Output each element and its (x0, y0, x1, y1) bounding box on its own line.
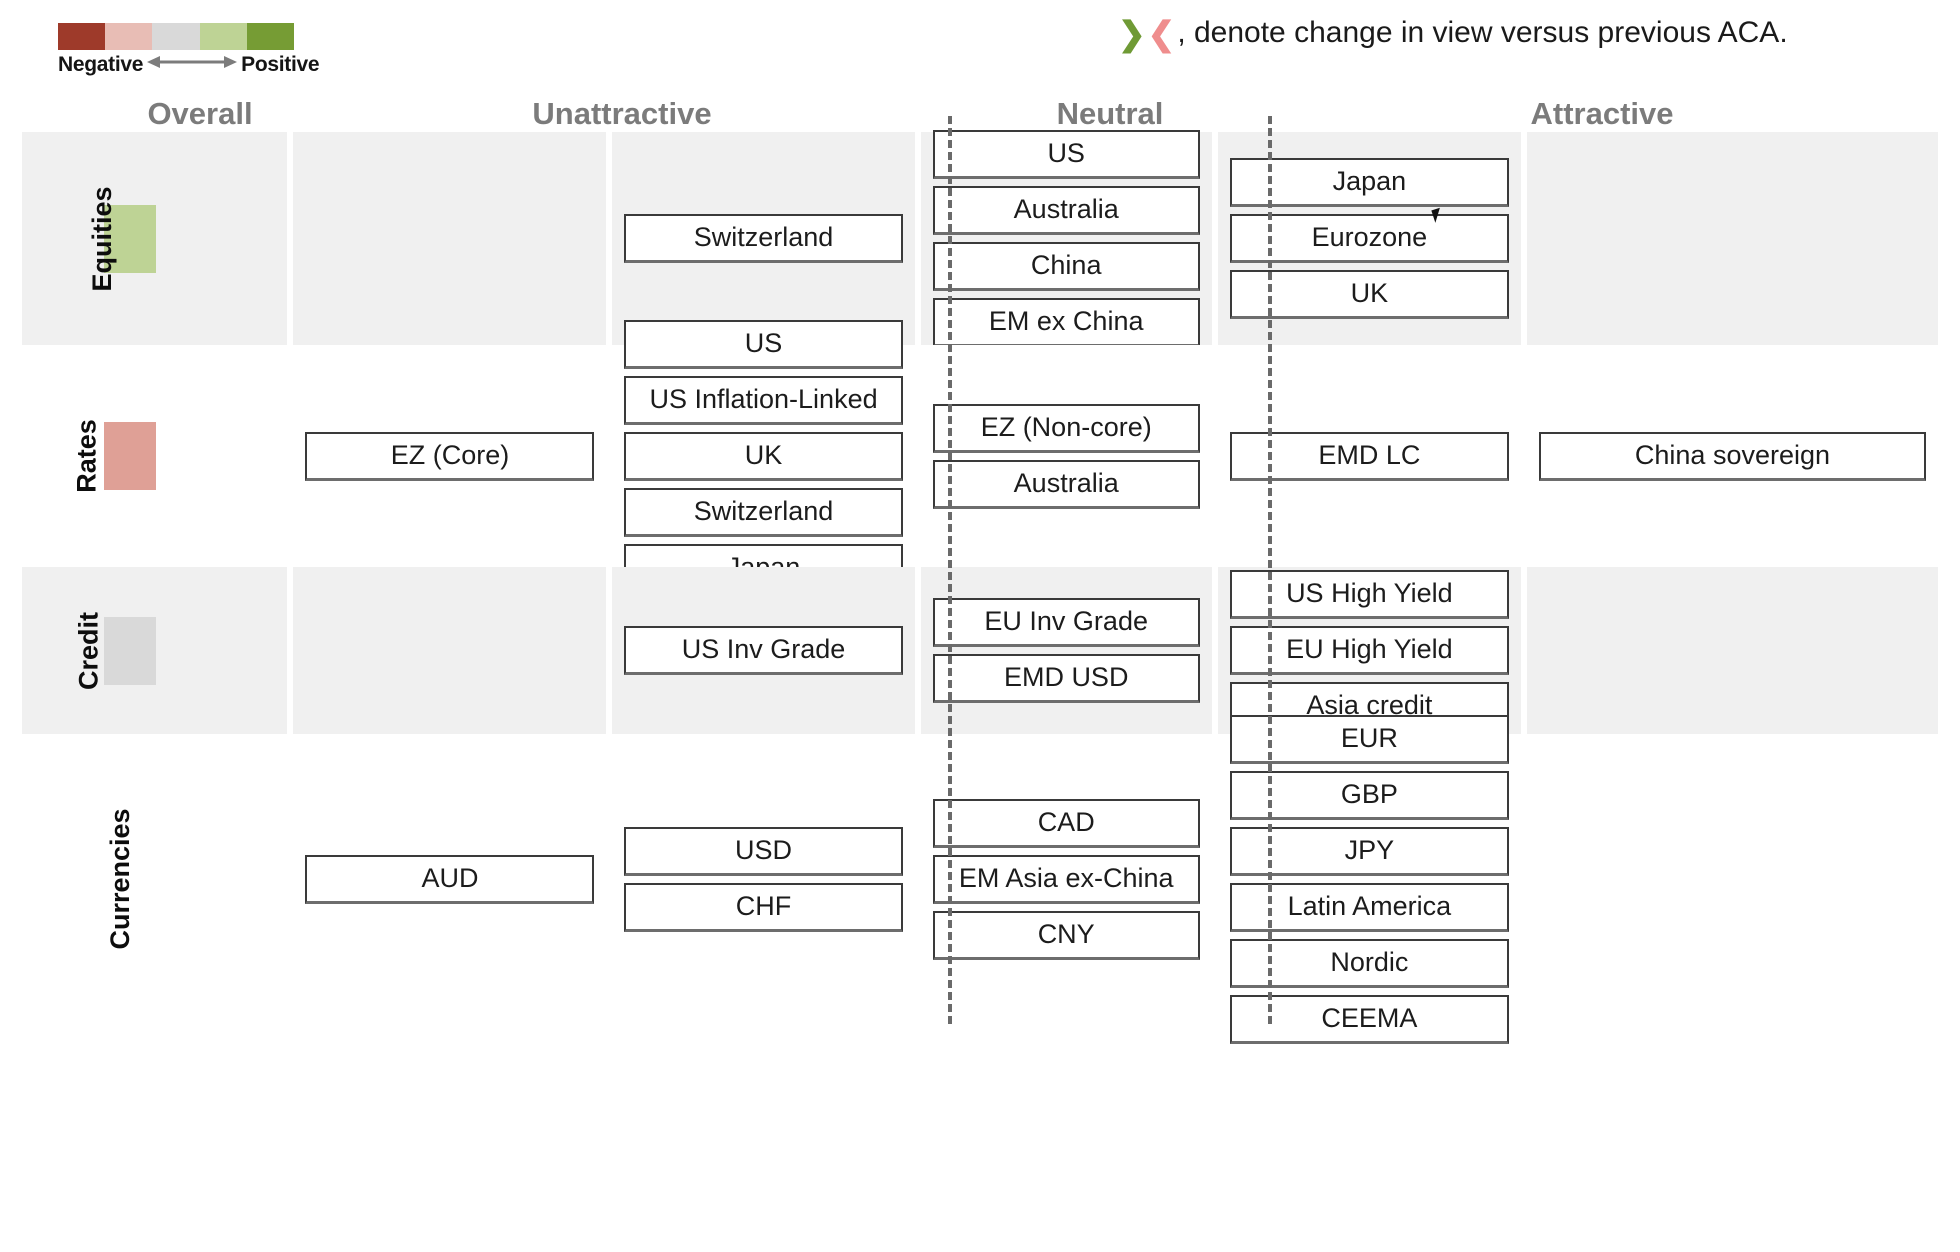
item-stack: US Australia China EM ex China (921, 130, 1212, 347)
view-item-box[interactable]: CNY (932, 910, 1200, 960)
scale-swatch-positive (199, 23, 247, 50)
cell-credit-neutral: EU Inv Grade EMD USD (920, 567, 1212, 734)
cell-rates-unattractive: USUS Inflation-LinkedUKSwitzerlandJapan (612, 319, 915, 593)
column-heading-unattractive: Unattractive (532, 96, 712, 131)
cell-credit-gap2 (1526, 567, 1938, 734)
cell-currencies-gap2 (1526, 734, 1938, 1024)
scale-caption: Negative Positive (58, 53, 320, 77)
column-heading-attractive: Attractive (1530, 96, 1674, 131)
neutral-left-divider (948, 116, 952, 1024)
row-label-currencies: Currencies (105, 808, 136, 950)
scale-swatch-very-negative (58, 23, 106, 50)
item-stack: USUS Inflation-LinkedUKSwitzerlandJapan (612, 319, 914, 593)
cell-rates-neutral: EZ (Non-core) Australia (920, 345, 1212, 567)
view-item-box[interactable]: CHF (624, 882, 903, 932)
scale-swatch-neutral (152, 23, 200, 50)
asset-class-row-credit: Credit US Inv Grade EU Inv Grade EMD USD US … (22, 567, 1938, 734)
cell-equities-unattractive: Switzerland (612, 132, 915, 345)
asset-class-row-equities: Equities Switzerland US Australia China EM ex… (22, 130, 1938, 347)
view-item-box[interactable]: CAD (932, 798, 1200, 848)
item-stack: EU Inv Grade EMD USD (921, 598, 1212, 703)
cell-credit-attractive: US High Yield EU High Yield Asia credit (1217, 567, 1521, 734)
row-label-credit: Credit (73, 611, 104, 690)
item-stack: CAD EM Asia ex-China CNY (921, 798, 1212, 960)
view-item-box[interactable]: US Inflation-Linked (624, 375, 903, 425)
cell-currencies-unattractive: USD CHF (612, 734, 915, 1024)
overall-view-swatch (104, 616, 156, 685)
item-stack: AUD (293, 854, 606, 904)
neutral-right-divider (1268, 116, 1272, 1024)
item-stack: China sovereign (1527, 431, 1938, 481)
cell-credit-unattractive: US Inv Grade (612, 567, 915, 734)
view-item-box[interactable]: USD (624, 826, 903, 876)
item-stack: EUR GBP JPY Latin America Nordic CEEMA (1218, 714, 1521, 1044)
item-stack: US Inv Grade (612, 626, 914, 675)
cell-rates-gap2: China sovereign (1526, 345, 1938, 567)
view-item-box[interactable]: EMD USD (932, 654, 1200, 703)
asset-class-row-currencies: Currencies AUD USD CHF CAD EM Asia ex-China CN… (22, 714, 1938, 1044)
chevron-up-icon: ❯ (1118, 14, 1146, 52)
item-stack: EMD LC (1218, 431, 1521, 481)
item-stack: EZ (Core) (293, 431, 606, 481)
views-grid: Equities Switzerland US Australia China EM ex… (22, 130, 1938, 1044)
view-item-box[interactable]: AUD (305, 854, 595, 904)
chevron-down-icon: ❮ (1147, 14, 1176, 52)
cell-currencies-neutral: CAD EM Asia ex-China CNY (920, 734, 1212, 1024)
cell-equities-neutral: US Australia China EM ex China (920, 130, 1212, 347)
item-stack: USD CHF (612, 826, 914, 932)
view-item-box[interactable]: US (624, 319, 903, 369)
view-item-box[interactable]: Australia (932, 186, 1200, 235)
cell-equities-gap2 (1526, 132, 1938, 345)
row-label-equities: Equities (87, 185, 118, 292)
overall-view-swatch (104, 422, 156, 490)
asset-class-row-rates: Rates EZ (Core) US US Inflation-Linked UK Swi… (22, 319, 1938, 593)
view-item-box[interactable]: EZ (Non-core) (932, 403, 1200, 453)
cell-currencies-gap1: AUD (293, 734, 607, 1024)
column-heading-overall: Overall (147, 96, 253, 131)
row-label-rates: Rates (71, 419, 102, 493)
item-stack: EZ (Non-core) Australia (921, 403, 1212, 509)
cell-rates-attractive: EMD LC (1217, 345, 1521, 567)
view-item-box[interactable]: US Inv Grade (624, 626, 903, 675)
scale-positive-label: Positive (241, 53, 320, 76)
view-item-box[interactable]: EM ex China (932, 298, 1200, 347)
cell-currencies-attractive: EUR GBP JPY Latin America Nordic CEEMA (1217, 714, 1521, 1044)
column-heading-neutral: Neutral (1056, 96, 1164, 131)
item-stack: Switzerland (612, 214, 914, 263)
view-item-box[interactable]: Switzerland (624, 487, 903, 537)
view-item-box[interactable]: EU Inv Grade (932, 598, 1200, 647)
view-item-box[interactable]: EM Asia ex-China (932, 854, 1200, 904)
scale-legend: Negative Positive (58, 23, 320, 77)
scale-negative-label: Negative (58, 53, 144, 76)
cell-equities-gap1 (293, 132, 607, 345)
scale-swatch-strip (58, 23, 295, 50)
change-in-view-legend: ❯ ❮ , denote change in view versus previ… (1118, 16, 1788, 50)
cell-credit-gap1 (293, 567, 607, 734)
asset-class-views-matrix: Negative Positive ❯ ❮ , denote change in… (0, 0, 1960, 1252)
change-legend-note: , denote change in view versus previous … (1177, 16, 1788, 49)
double-headed-arrow-icon (147, 53, 238, 77)
scale-swatch-negative (105, 23, 153, 50)
scale-swatch-very-positive (246, 23, 295, 50)
cell-rates-gap1: EZ (Core) (293, 345, 607, 567)
view-item-box[interactable]: China sovereign (1538, 431, 1926, 481)
item-stack: US High Yield EU High Yield Asia credit (1218, 570, 1521, 731)
view-item-box[interactable]: China (932, 242, 1200, 291)
view-item-box[interactable]: EZ (Core) (305, 431, 595, 481)
view-item-box[interactable]: US (932, 130, 1200, 179)
cell-equities-attractive: Japan Eurozone UK (1217, 132, 1521, 345)
item-stack: Japan Eurozone UK (1218, 158, 1521, 319)
view-item-box[interactable]: UK (624, 431, 903, 481)
view-item-box[interactable]: Switzerland (624, 214, 903, 263)
view-item-box[interactable]: Australia (932, 459, 1200, 509)
